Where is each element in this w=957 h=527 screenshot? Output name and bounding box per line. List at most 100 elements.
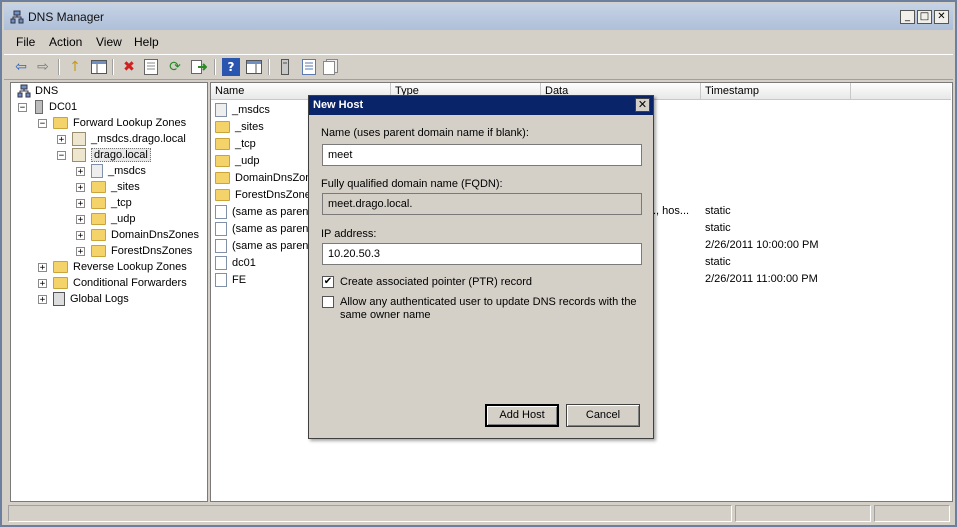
tree-label: ForestDnsZones xyxy=(111,245,193,257)
expand-toggle[interactable]: + xyxy=(38,295,47,305)
new-record-icon[interactable] xyxy=(300,58,318,76)
allow-update-checkbox[interactable] xyxy=(322,296,334,308)
refresh-icon[interactable]: ⟳ xyxy=(166,58,184,76)
tree-node-domaindnszones[interactable]: DomainDnsZones xyxy=(91,227,199,243)
collapse-toggle[interactable]: − xyxy=(18,103,27,113)
delegated-zone-icon xyxy=(215,102,227,117)
zone-icon xyxy=(72,148,86,162)
tree-node-dc01[interactable]: DC01 xyxy=(35,99,77,115)
expand-toggle[interactable]: + xyxy=(38,263,47,273)
console-tree[interactable]: DNS − DC01 − Forward Lookup Zones + _msd… xyxy=(10,82,208,502)
record-name: _tcp xyxy=(235,137,256,150)
ip-address-label: IP address: xyxy=(321,228,377,240)
properties-icon[interactable] xyxy=(142,58,160,76)
column-header-timestamp[interactable]: Timestamp xyxy=(701,83,851,100)
new-other-record-icon[interactable] xyxy=(322,58,340,76)
list-item[interactable]: DomainDnsZone xyxy=(215,169,318,186)
dns-app-icon xyxy=(10,10,24,24)
tree-node-forestdnszones[interactable]: ForestDnsZones xyxy=(91,243,192,259)
expand-toggle[interactable]: + xyxy=(76,247,85,257)
record-icon xyxy=(215,272,227,287)
list-item[interactable]: _msdcs xyxy=(215,101,270,118)
minimize-button[interactable]: _ xyxy=(900,10,915,24)
tree-label: Forward Lookup Zones xyxy=(73,117,187,129)
forward-arrow-icon[interactable]: ⇨ xyxy=(34,58,52,76)
fqdn-field: meet.drago.local. xyxy=(322,193,642,215)
close-window-button[interactable]: ✕ xyxy=(934,10,949,24)
help-icon[interactable]: ? xyxy=(222,58,240,76)
delete-icon[interactable]: ✖ xyxy=(120,58,138,76)
allow-update-label[interactable]: Allow any authenticated user to update D… xyxy=(340,296,640,322)
menu-view[interactable]: View xyxy=(96,35,122,49)
tree-node-conditional-forwarders[interactable]: Conditional Forwarders xyxy=(53,275,187,291)
folder-icon xyxy=(91,197,106,209)
record-timestamp: static xyxy=(705,222,731,234)
expand-toggle[interactable]: + xyxy=(38,279,47,289)
ptr-record-label[interactable]: Create associated pointer (PTR) record xyxy=(340,276,640,289)
tree-node-tcp[interactable]: _tcp xyxy=(91,195,132,211)
tree-node-sites[interactable]: _sites xyxy=(91,179,140,195)
tree-label: Global Logs xyxy=(70,293,129,305)
expand-toggle[interactable]: + xyxy=(76,215,85,225)
dialog-close-button[interactable]: ✕ xyxy=(635,98,650,112)
show-hide-console-tree-icon[interactable] xyxy=(90,58,108,76)
cancel-button[interactable]: Cancel xyxy=(566,404,640,427)
list-item[interactable]: (same as parent xyxy=(215,237,311,254)
expand-toggle[interactable]: + xyxy=(76,199,85,209)
tree-node-global-logs[interactable]: Global Logs xyxy=(53,291,129,307)
window-title: DNS Manager xyxy=(28,10,105,24)
tree-label: Reverse Lookup Zones xyxy=(73,261,187,273)
list-item[interactable]: _udp xyxy=(215,152,259,169)
folder-icon xyxy=(91,245,106,257)
expand-toggle[interactable]: + xyxy=(57,135,66,145)
collapse-toggle[interactable]: − xyxy=(57,151,66,161)
folder-icon xyxy=(215,171,230,184)
add-host-button[interactable]: Add Host xyxy=(485,404,559,427)
menu-file[interactable]: File xyxy=(16,35,35,49)
list-item[interactable]: FE xyxy=(215,271,246,288)
menu-action[interactable]: Action xyxy=(49,35,82,49)
expand-toggle[interactable]: + xyxy=(76,167,85,177)
collapse-toggle[interactable]: − xyxy=(38,119,47,129)
tree-label: _msdcs.drago.local xyxy=(91,133,186,145)
show-hide-action-pane-icon[interactable] xyxy=(245,58,263,76)
tree-node-forward-lookup-zones[interactable]: Forward Lookup Zones xyxy=(53,115,186,131)
list-item[interactable]: (same as parent xyxy=(215,203,311,220)
name-input[interactable]: meet xyxy=(322,144,642,166)
tree-node-msdcs[interactable]: _msdcs xyxy=(91,163,146,179)
ptr-record-checkbox[interactable]: ✔ xyxy=(322,276,334,288)
list-item[interactable]: _sites xyxy=(215,118,264,135)
back-arrow-icon[interactable]: ⇦ xyxy=(12,58,30,76)
expand-toggle[interactable]: + xyxy=(76,231,85,241)
record-name: _sites xyxy=(235,120,264,133)
record-timestamp: 2/26/2011 10:00:00 PM xyxy=(705,239,819,251)
up-folder-icon[interactable]: ↑ xyxy=(66,58,84,76)
record-icon xyxy=(215,255,227,270)
tree-node-msdcs-drago-local[interactable]: _msdcs.drago.local xyxy=(72,131,186,147)
expand-toggle[interactable]: + xyxy=(76,183,85,193)
list-item[interactable]: dc01 xyxy=(215,254,256,271)
tree-node-reverse-lookup-zones[interactable]: Reverse Lookup Zones xyxy=(53,259,187,275)
zone-icon xyxy=(72,132,86,146)
record-name: ForestDnsZone xyxy=(235,188,311,201)
export-list-icon[interactable] xyxy=(190,58,208,76)
status-bar xyxy=(4,504,953,525)
dns-manager-window: DNS Manager _ □ ✕ File Action View Help … xyxy=(0,0,957,527)
record-icon xyxy=(215,221,227,236)
title-bar[interactable]: DNS Manager _ □ ✕ xyxy=(4,4,953,30)
tree-node-dns[interactable]: DNS xyxy=(17,83,58,99)
list-item[interactable]: ForestDnsZone xyxy=(215,186,311,203)
ip-address-input[interactable]: 10.20.50.3 xyxy=(322,243,642,265)
list-item[interactable]: (same as parent xyxy=(215,220,311,237)
folder-icon xyxy=(215,154,230,167)
tree-node-udp[interactable]: _udp xyxy=(91,211,135,227)
record-data: ., hos... xyxy=(653,205,690,217)
tree-label: DC01 xyxy=(49,101,78,113)
maximize-button[interactable]: □ xyxy=(917,10,932,24)
update-server-data-files-icon[interactable] xyxy=(276,58,294,76)
record-timestamp: static xyxy=(705,256,731,268)
tree-node-drago-local[interactable]: drago.local xyxy=(72,147,151,163)
dialog-title-bar[interactable]: New Host ✕ xyxy=(309,96,653,115)
list-item[interactable]: _tcp xyxy=(215,135,256,152)
menu-help[interactable]: Help xyxy=(134,35,159,49)
